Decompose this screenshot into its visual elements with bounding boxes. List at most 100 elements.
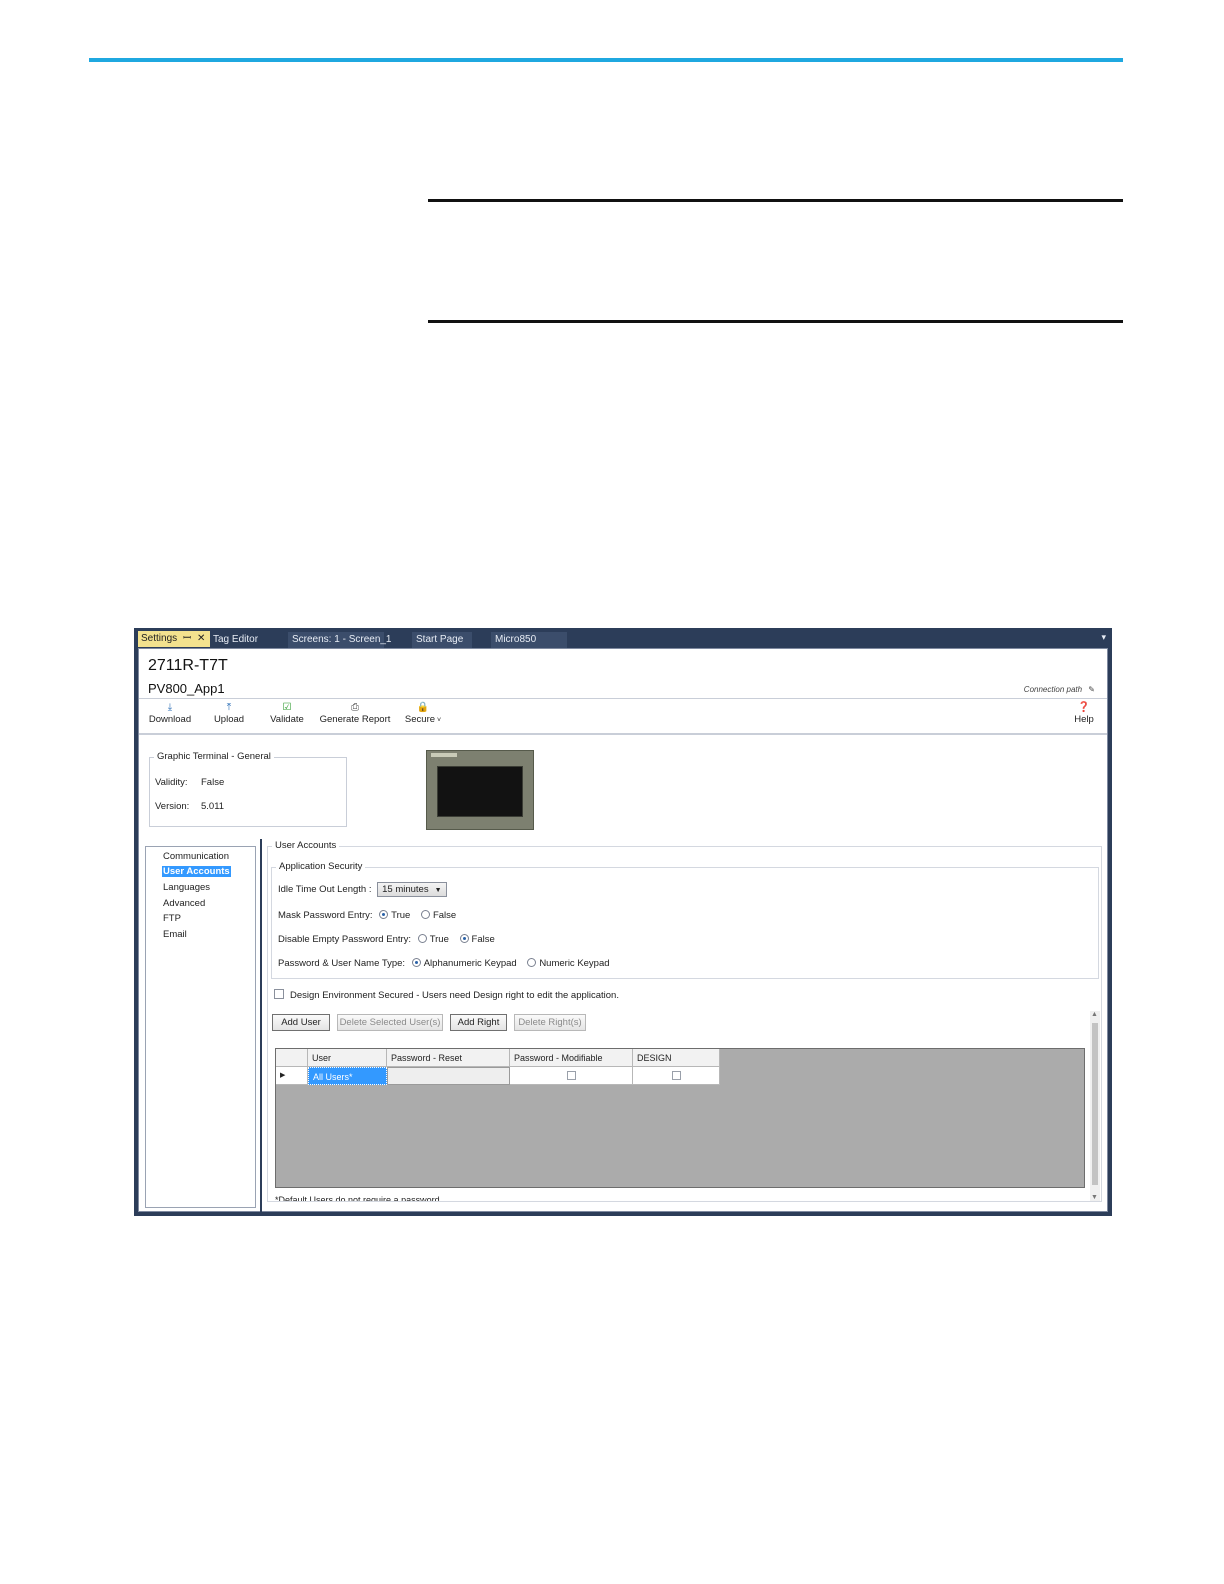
- terminal-device-image: [426, 750, 534, 830]
- general-group: [149, 757, 347, 827]
- toolbar-divider: [139, 733, 1107, 735]
- application-name: PV800_App1: [148, 681, 225, 696]
- tab-micro850[interactable]: Micro850: [491, 632, 567, 648]
- version-label: Version:: [155, 801, 190, 812]
- design-cell: [633, 1067, 720, 1085]
- nav-item-user-accounts[interactable]: User Accounts: [162, 866, 231, 877]
- nav-splitter[interactable]: [260, 839, 262, 1213]
- delete-selected-users-button[interactable]: Delete Selected User(s): [337, 1014, 443, 1031]
- row-indicator-icon: ▶: [276, 1067, 308, 1085]
- secure-button[interactable]: 🔒 Secure ˅: [403, 701, 443, 725]
- idle-timeout-value: 15 minutes: [382, 884, 429, 895]
- download-label: Download: [148, 714, 192, 725]
- user-accounts-legend: User Accounts: [272, 840, 340, 851]
- tab-start-page[interactable]: Start Page: [412, 632, 472, 648]
- empty-false-label: False: [471, 934, 495, 945]
- upload-icon: ⤒: [226, 702, 232, 713]
- column-header-password-reset[interactable]: Password - Reset: [387, 1049, 510, 1067]
- nav-item-languages[interactable]: Languages: [162, 882, 211, 893]
- mask-password-row: Mask Password Entry: True False: [278, 910, 456, 921]
- settings-nav: Communication User Accounts Languages Ad…: [145, 846, 256, 1208]
- design-checkbox[interactable]: [671, 1071, 681, 1080]
- validity-label: Validity:: [155, 777, 188, 788]
- tab-screens[interactable]: Screens: 1 - Screen_1: [288, 632, 392, 648]
- settings-screenshot: Settings ꟷ ✕ Tag Editor Screens: 1 - Scr…: [134, 628, 1112, 1216]
- design-secured-checkbox[interactable]: [274, 989, 284, 999]
- numeric-label: Numeric Keypad: [539, 958, 610, 969]
- note-bottom-rule: [428, 320, 1123, 323]
- add-user-button[interactable]: Add User: [272, 1014, 330, 1031]
- numeric-radio[interactable]: [527, 958, 537, 967]
- tab-list-dropdown-icon[interactable]: ▾: [1101, 632, 1106, 643]
- alphanumeric-radio[interactable]: [411, 958, 421, 967]
- download-button[interactable]: ⤓ Download: [148, 701, 192, 725]
- mask-false-label: False: [432, 910, 457, 921]
- page-header-rule: [89, 58, 1123, 62]
- device-screen: [437, 766, 523, 817]
- version-row: Version: 5.011: [155, 801, 224, 812]
- mask-password-label: Mask Password Entry:: [278, 910, 373, 921]
- checkmark-icon: ☑: [282, 702, 292, 713]
- column-header-design[interactable]: DESIGN: [633, 1049, 720, 1067]
- printer-icon: ⎙: [351, 702, 359, 713]
- users-grid: User Password - Reset Password - Modifia…: [275, 1048, 1085, 1188]
- pencil-icon[interactable]: ✎: [1088, 685, 1095, 694]
- document-tab-bar: Settings ꟷ ✕ Tag Editor Screens: 1 - Scr…: [134, 628, 1112, 648]
- nav-item-communication[interactable]: Communication: [162, 851, 230, 862]
- disable-empty-password-row: Disable Empty Password Entry: True False: [278, 934, 495, 945]
- nav-item-email[interactable]: Email: [162, 929, 188, 940]
- lock-icon: 🔒: [416, 702, 430, 713]
- design-secured-row: Design Environment Secured - Users need …: [274, 989, 619, 1001]
- user-cell[interactable]: All Users*: [308, 1067, 387, 1085]
- settings-panel: 2711R-T7T PV800_App1 Connection path ✎ ⤓…: [138, 648, 1108, 1213]
- scroll-down-icon[interactable]: ▼: [1091, 1194, 1098, 1201]
- generate-report-button[interactable]: ⎙ Generate Report: [319, 701, 391, 725]
- help-label: Help: [1074, 714, 1094, 725]
- secure-label: Secure: [404, 714, 436, 725]
- mask-true-radio[interactable]: [379, 910, 389, 919]
- note-top-rule: [428, 199, 1123, 202]
- password-reset-cell[interactable]: [387, 1067, 510, 1085]
- nav-item-ftp[interactable]: FTP: [162, 913, 182, 924]
- connection-path-label: Connection path: [1023, 685, 1083, 694]
- chevron-down-icon: ˅: [435, 717, 442, 724]
- scrollbar-thumb[interactable]: [1092, 1023, 1098, 1185]
- column-header-user[interactable]: User: [308, 1049, 387, 1067]
- close-icon[interactable]: ✕: [197, 631, 205, 647]
- mask-false-radio[interactable]: [420, 910, 430, 919]
- alphanumeric-label: Alphanumeric Keypad: [423, 958, 517, 969]
- design-secured-label: Design Environment Secured - Users need …: [290, 990, 619, 1001]
- idle-timeout-select[interactable]: 15 minutes ▼: [377, 882, 447, 897]
- upload-button[interactable]: ⤒ Upload: [211, 701, 247, 725]
- generate-report-label: Generate Report: [319, 714, 391, 725]
- validity-row: Validity: False: [155, 777, 224, 788]
- header-divider: [139, 698, 1107, 699]
- validate-button[interactable]: ☑ Validate: [268, 701, 306, 725]
- add-right-button[interactable]: Add Right: [450, 1014, 507, 1031]
- pin-icon[interactable]: ꟷ: [183, 631, 191, 647]
- settings-toolbar: ⤓ Download ⤒ Upload ☑ Validate ⎙ Generat…: [139, 701, 1107, 733]
- tab-settings[interactable]: Settings ꟷ ✕: [138, 631, 210, 647]
- empty-false-radio[interactable]: [459, 934, 469, 943]
- tab-settings-label: Settings: [141, 633, 178, 644]
- tab-tag-editor[interactable]: Tag Editor: [209, 632, 262, 648]
- scroll-up-icon[interactable]: ▲: [1091, 1011, 1098, 1018]
- general-group-legend: Graphic Terminal - General: [154, 751, 274, 762]
- connection-path-link[interactable]: Connection path ✎: [1024, 685, 1095, 694]
- vertical-scrollbar[interactable]: ▲ ▼: [1090, 1011, 1100, 1201]
- validate-label: Validate: [270, 714, 304, 725]
- device-logo: [431, 753, 457, 757]
- default-users-footnote: *Default Users do not require a password: [275, 1195, 440, 1201]
- help-button[interactable]: ❓ Help: [1071, 701, 1097, 725]
- delete-rights-button[interactable]: Delete Right(s): [514, 1014, 586, 1031]
- disable-empty-password-label: Disable Empty Password Entry:: [278, 934, 412, 945]
- validity-value: False: [201, 777, 225, 788]
- upload-label: Upload: [213, 714, 245, 725]
- password-modifiable-checkbox[interactable]: [566, 1071, 576, 1080]
- help-icon: ❓: [1077, 702, 1091, 713]
- keypad-type-label: Password & User Name Type:: [278, 958, 406, 969]
- empty-true-radio[interactable]: [417, 934, 427, 943]
- column-header-password-modifiable[interactable]: Password - Modifiable: [510, 1049, 633, 1067]
- nav-item-advanced[interactable]: Advanced: [162, 898, 206, 909]
- password-modifiable-cell: [510, 1067, 633, 1085]
